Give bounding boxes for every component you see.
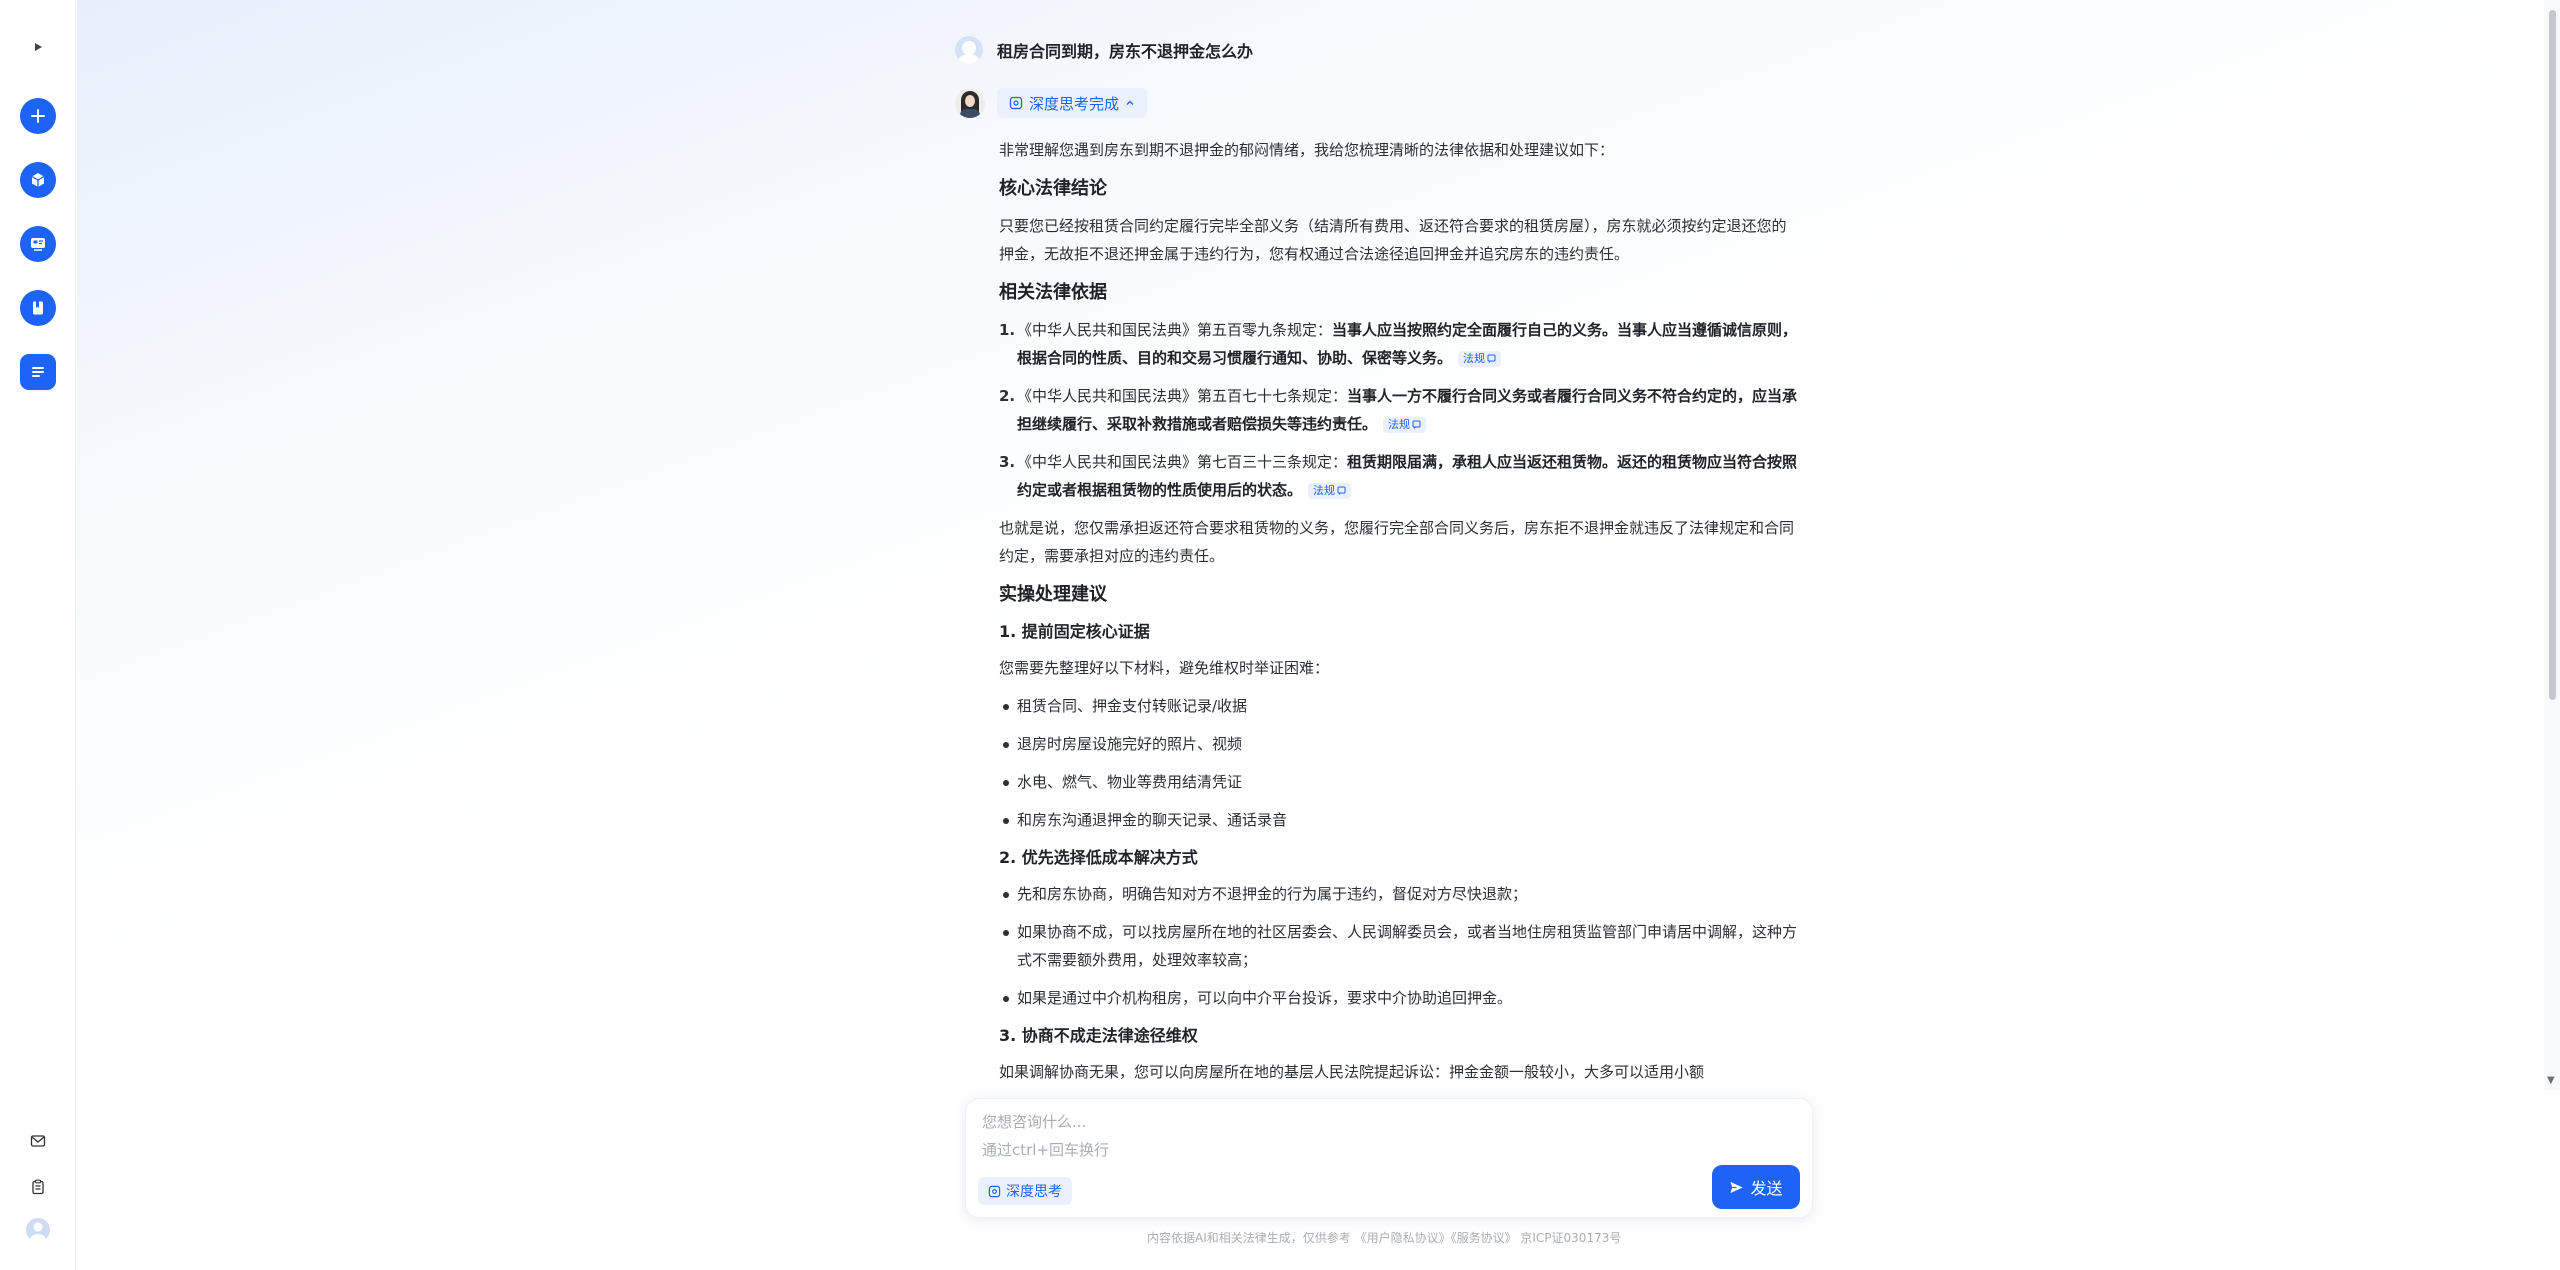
send-button[interactable]: 发送 xyxy=(1712,1165,1800,1209)
step-heading: 2. 优先选择低成本解决方式 xyxy=(999,848,1198,867)
atom-icon xyxy=(988,1185,1001,1197)
evidence-list: 租赁合同、押金支付转账记录/收据 退房时房屋设施完好的照片、视频 水电、燃气、物… xyxy=(999,692,1799,834)
law-prefix: 《中华人民共和国民法典》第五百七十七条规定： xyxy=(1017,387,1348,405)
list-item: 如果协商不成，可以找房屋所在地的社区居委会、人民调解委员会，或者当地住房租赁监管… xyxy=(999,918,1799,974)
law-number: 1. xyxy=(999,321,1016,339)
document-icon xyxy=(31,367,44,377)
law-tag-label: 法规 xyxy=(1313,483,1336,497)
user-avatar xyxy=(955,36,983,64)
card-app-button[interactable] xyxy=(19,226,56,262)
assistant-avatar xyxy=(955,88,985,118)
doc-link-icon xyxy=(1337,486,1346,495)
chat-input[interactable] xyxy=(982,1111,1582,1133)
scrollbar-thumb[interactable] xyxy=(2549,10,2556,700)
answer-paragraph: 您需要先整理好以下材料，避免维权时举证困难： xyxy=(999,659,1330,677)
law-number: 2. xyxy=(999,387,1016,405)
avatar[interactable] xyxy=(26,1218,50,1242)
sidebar xyxy=(0,0,76,1270)
law-tag-label: 法规 xyxy=(1388,417,1411,431)
bookmark-icon xyxy=(32,301,43,315)
step-heading: 3. 协商不成走法律途径维权 xyxy=(999,1026,1198,1045)
send-label: 发送 xyxy=(1750,1179,1783,1198)
section-heading: 实操处理建议 xyxy=(999,584,1107,605)
main-area: 租房合同到期，房东不退押金怎么办 深度思考完成 非常理解您遇到房东到期不退押金的… xyxy=(77,0,2560,1270)
step-heading: 1. 提前固定核心证据 xyxy=(999,622,1150,641)
deep-think-button[interactable]: 深度思考 xyxy=(978,1177,1072,1205)
answer-paragraph: 如果调解协商无果，您可以向房屋所在地的基层人民法院提起诉讼：押金金额一般较小，大… xyxy=(999,1063,1705,1081)
list-item: 和房东沟通退押金的聊天记录、通话录音 xyxy=(999,806,1799,834)
answer-paragraph: 也就是说，您仅需承担返还符合要求租赁物的义务，您履行完全部合同义务后，房东拒不退… xyxy=(999,519,1795,565)
doc-link-icon xyxy=(1412,420,1421,429)
solution-list: 先和房东协商，明确告知对方不退押金的行为属于违约，督促对方尽快退款； 如果协商不… xyxy=(999,880,1799,1012)
mail-button[interactable] xyxy=(25,1128,51,1154)
doc-link-icon xyxy=(1487,354,1496,363)
list-item: 租赁合同、押金支付转账记录/收据 xyxy=(999,692,1799,720)
cube-app-button[interactable] xyxy=(19,162,56,198)
answer-paragraph: 只要您已经按租赁合同约定履行完毕全部义务（结清所有费用、返还符合要求的租赁房屋）… xyxy=(999,217,1787,263)
new-chat-button[interactable] xyxy=(19,98,56,134)
deep-think-toggle[interactable]: 深度思考完成 xyxy=(997,88,1148,118)
law-prefix: 《中华人民共和国民法典》第七百三十三条规定： xyxy=(1017,453,1348,471)
section-heading: 核心法律结论 xyxy=(999,178,1107,199)
input-hint: 通过ctrl+回车换行 xyxy=(982,1141,1110,1159)
book-app-button[interactable] xyxy=(19,290,56,326)
list-item: 退房时房屋设施完好的照片、视频 xyxy=(999,730,1799,758)
deep-think-label: 深度思考 xyxy=(1006,1184,1062,1200)
mail-icon xyxy=(30,1135,46,1147)
cube-icon xyxy=(31,173,44,187)
law-reference-tag[interactable]: 法规 xyxy=(1308,482,1352,499)
user-avatar-icon xyxy=(30,1222,46,1242)
list-item: 水电、燃气、物业等费用结清凭证 xyxy=(999,768,1799,796)
atom-icon xyxy=(1009,96,1023,110)
list-item: 先和房东协商，明确告知对方不退押金的行为属于违约，督促对方尽快退款； xyxy=(999,880,1799,908)
ai-message-header: 深度思考完成 xyxy=(955,88,1148,118)
law-number: 3. xyxy=(999,453,1016,471)
footer-disclaimer: 内容依据AI和相关法律生成，仅供参考 《用户隐私协议》《服务协议》 京ICP证0… xyxy=(1147,1231,1622,1245)
chat-input-box: 通过ctrl+回车换行 深度思考 发送 xyxy=(965,1098,1813,1218)
answer-intro: 非常理解您遇到房东到期不退押金的郁闷情绪，我给您梳理清晰的法律依据和处理建议如下… xyxy=(999,141,1615,159)
ai-answer: 非常理解您遇到房东到期不退押金的郁闷情绪，我给您梳理清晰的法律依据和处理建议如下… xyxy=(999,136,1799,1090)
scrollbar[interactable]: ▼ xyxy=(2544,0,2560,1090)
user-message: 租房合同到期，房东不退押金怎么办 xyxy=(955,36,1253,64)
user-question: 租房合同到期，房东不退押金怎么办 xyxy=(997,42,1254,61)
plus-icon xyxy=(30,109,45,123)
chat-scroll-area[interactable]: 租房合同到期，房东不退押金怎么办 深度思考完成 非常理解您遇到房东到期不退押金的… xyxy=(877,0,1807,1090)
sidebar-bottom xyxy=(0,1108,76,1270)
law-item: 3. 《中华人民共和国民法典》第七百三十三条规定：租赁期限届满，承租人应当返还租… xyxy=(999,448,1799,504)
id-card-icon xyxy=(30,238,45,251)
law-item: 2. 《中华人民共和国民法典》第五百七十七条规定：当事人一方不履行合同义务或者履… xyxy=(999,382,1799,438)
sidebar-toggle-button[interactable] xyxy=(25,34,51,60)
deep-think-status: 深度思考完成 xyxy=(1029,94,1120,113)
chevron-up-icon xyxy=(1126,100,1134,105)
send-icon xyxy=(1730,1181,1744,1193)
clipboard-icon xyxy=(32,1179,44,1195)
law-item: 1. 《中华人民共和国民法典》第五百零九条规定：当事人应当按照约定全面履行自己的… xyxy=(999,316,1799,372)
law-tag-label: 法规 xyxy=(1463,351,1486,365)
clipboard-button[interactable] xyxy=(25,1174,51,1200)
section-heading: 相关法律依据 xyxy=(999,282,1107,303)
scroll-down-arrow-icon[interactable]: ▼ xyxy=(2547,1075,2555,1086)
list-item: 如果是通过中介机构租房，可以向中介平台投诉，要求中介协助追回押金。 xyxy=(999,984,1799,1012)
law-prefix: 《中华人民共和国民法典》第五百零九条规定： xyxy=(1017,321,1333,339)
law-reference-tag[interactable]: 法规 xyxy=(1383,416,1427,433)
play-icon xyxy=(34,43,42,51)
doc-app-button[interactable] xyxy=(19,354,56,390)
law-reference-tag[interactable]: 法规 xyxy=(1458,350,1502,367)
law-list: 1. 《中华人民共和国民法典》第五百零九条规定：当事人应当按照约定全面履行自己的… xyxy=(999,316,1799,504)
